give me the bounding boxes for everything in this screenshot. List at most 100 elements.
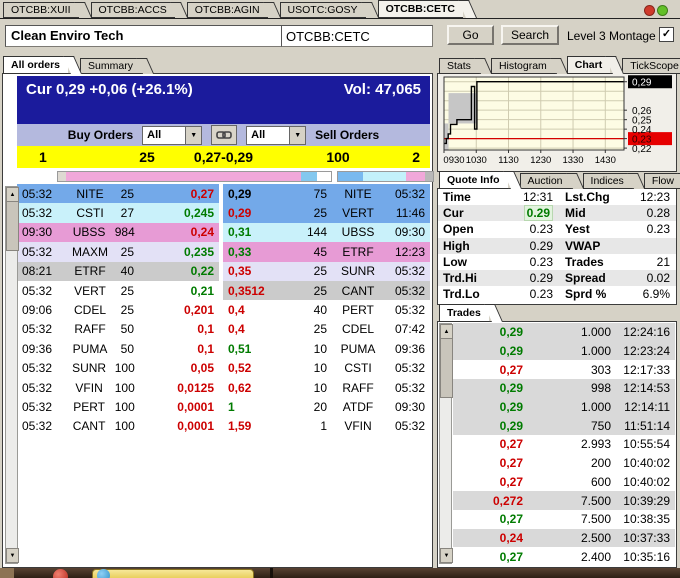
bid-price: 0,21 (190, 283, 214, 298)
montage-tabbar: All orders Summary (3, 56, 153, 74)
bid-row[interactable]: 08:21 ETRF 40 0,22 (17, 261, 219, 281)
analysis-tab-histogram[interactable]: Histogram (490, 58, 555, 74)
bid-row[interactable]: 05:32 VFIN 100 0,0125 (17, 377, 219, 398)
ask-row[interactable]: 0,3512 25 CANT 05:32 (223, 280, 430, 301)
ask-row[interactable]: 0,4 25 CDEL 07:42 (223, 319, 430, 340)
search-button[interactable]: Search (501, 25, 559, 45)
scroll-down-icon[interactable]: ▼ (6, 548, 19, 563)
trade-row: 0,27 200 10:40:02 (453, 453, 675, 473)
bid-row[interactable]: 05:32 NITE 25 0,27 (17, 184, 219, 204)
ask-size: 45 (313, 244, 327, 259)
ask-mm: SUNR (340, 264, 375, 279)
chevron-down-icon[interactable]: ▼ (185, 126, 202, 144)
scroll-up-icon[interactable]: ▲ (6, 187, 19, 202)
ask-row[interactable]: 1 20 ATDF 09:30 (223, 397, 430, 417)
level3-montage-checkbox[interactable]: ✓ (659, 27, 674, 42)
montage-tab-summary[interactable]: Summary (80, 58, 141, 74)
analysis-tab-stats[interactable]: Stats (439, 58, 479, 74)
bid-row[interactable]: 05:32 CSTI 27 0,245 (17, 203, 219, 223)
trade-row: 0,29 1.000 12:24:16 (453, 323, 675, 342)
ask-time: 07:42 (394, 322, 425, 337)
trade-time: 10:40:02 (623, 474, 670, 489)
close-window-icon[interactable] (644, 5, 655, 16)
link-filters-button[interactable] (211, 125, 238, 145)
ask-row[interactable]: 1,59 1 VFIN 05:32 (223, 416, 430, 437)
bid-row[interactable]: 09:36 PUMA 50 0,1 (17, 339, 219, 359)
quote-tab-quote-info[interactable]: Quote Info (439, 171, 508, 189)
quote-info-panel: Time 12:31 Lst.Chg 12:23 Cur 0.29 Mid 0.28 Open 0… (437, 188, 677, 305)
quote-value: 0.29 (491, 271, 553, 285)
quote-label: Trd.Lo (443, 287, 480, 302)
ask-row[interactable]: 0,29 75 NITE 05:32 (223, 184, 430, 204)
quote-value: 0.23 (491, 222, 553, 236)
quote-row: Trd.Hi 0.29 Spread 0.02 (438, 269, 676, 287)
maximize-window-icon[interactable] (657, 5, 668, 16)
svg-text:1030: 1030 (466, 155, 487, 166)
montage-tab-all-orders[interactable]: All orders (3, 56, 69, 74)
checkmark-icon: ✓ (661, 28, 672, 40)
pressure-segment (338, 172, 363, 181)
bid-table: 05:32 NITE 25 0,27 05:32 CSTI 27 0,245 09:30 UBSS… (17, 184, 219, 437)
go-button[interactable]: Go (447, 25, 494, 45)
analysis-tab-chart[interactable]: Chart (566, 56, 611, 74)
trade-size: 7.500 (580, 512, 611, 527)
buy-filter-select[interactable]: All ▼ (142, 125, 203, 145)
bid-mm: VERT (74, 283, 106, 298)
trade-row: 0,29 998 12:14:53 (453, 379, 675, 398)
scroll-thumb[interactable] (6, 201, 19, 251)
bid-row[interactable]: 05:32 RAFF 50 0,1 (17, 319, 219, 340)
symbol-tab-otcbb-cetc[interactable]: OTCBB:CETC (377, 0, 463, 18)
scroll-up-icon[interactable]: ▲ (440, 324, 453, 339)
symbol-tab-otcbb-agin[interactable]: OTCBB:AGIN (186, 2, 268, 18)
ask-row[interactable]: 0,4 40 PERT 05:32 (223, 300, 430, 320)
symbol-tab-otcbb-accs[interactable]: OTCBB:ACCS (90, 2, 175, 18)
trade-size: 200 (590, 456, 611, 471)
chevron-down-icon[interactable]: ▼ (289, 126, 306, 144)
bid-row[interactable]: 05:32 SUNR 100 0,05 (17, 358, 219, 378)
symbol-input[interactable] (281, 25, 433, 47)
ask-size: 25 (313, 322, 327, 337)
bid-time: 05:32 (22, 244, 53, 259)
bid-row[interactable]: 05:32 PERT 100 0,0001 (17, 397, 219, 417)
trades-tab-trades[interactable]: Trades (439, 304, 489, 322)
trade-price: 0,272 (492, 493, 523, 508)
trade-row: 0,29 750 11:51:14 (453, 416, 675, 436)
taskbar-window-button[interactable] (92, 569, 254, 578)
app-icon-red[interactable] (53, 569, 68, 578)
montage-scrollbar[interactable]: ▲ ▼ (5, 186, 19, 564)
ask-row[interactable]: 0,31 144 UBSS 09:30 (223, 222, 430, 243)
ask-row[interactable]: 0,52 10 CSTI 05:32 (223, 358, 430, 378)
scroll-down-icon[interactable]: ▼ (440, 548, 453, 563)
quote-tab-flow[interactable]: Flow (643, 173, 680, 189)
symbol-tab-otcbb-xuii[interactable]: OTCBB:XUII (3, 2, 79, 18)
ask-row[interactable]: 0,29 25 VERT 11:46 (223, 203, 430, 223)
quote-tab-auction[interactable]: Auction (519, 173, 571, 189)
quote-tab-indices[interactable]: Indices (582, 173, 632, 189)
symbol-tab-usotc-gosy[interactable]: USOTC:GOSY (279, 2, 366, 18)
bid-row[interactable]: 09:30 UBSS 984 0,24 (17, 222, 219, 243)
taskbar-start-area[interactable] (0, 568, 14, 578)
ask-row[interactable]: 0,51 10 PUMA 09:36 (223, 339, 430, 359)
inside-quote-row: 1 25 0,27-0,29 100 2 (17, 146, 430, 168)
bid-row[interactable]: 09:06 CDEL 25 0,201 (17, 300, 219, 320)
analysis-tab-tickscope[interactable]: TickScope (622, 58, 680, 74)
ask-price: 0,31 (228, 225, 252, 240)
bid-mm: CDEL (73, 303, 106, 318)
chart-panel: 0930 1030 1130 1230 1330 1430 0,22 0,23 0,24 0,25… (437, 73, 677, 172)
ask-row[interactable]: 0,62 10 RAFF 05:32 (223, 377, 430, 398)
scroll-thumb[interactable] (440, 338, 453, 398)
ask-row[interactable]: 0,33 45 ETRF 12:23 (223, 242, 430, 262)
bid-row[interactable]: 05:32 VERT 25 0,21 (17, 280, 219, 301)
sell-filter-select[interactable]: All ▼ (246, 125, 307, 145)
ask-row[interactable]: 0,35 25 SUNR 05:32 (223, 261, 430, 281)
ask-mm: NITE (344, 186, 372, 201)
bid-time: 09:06 (22, 303, 53, 318)
bid-row[interactable]: 05:32 MAXM 25 0,235 (17, 242, 219, 262)
trades-scrollbar[interactable]: ▲ ▼ (439, 323, 453, 564)
quote-label: High (443, 238, 470, 253)
ask-time: 05:32 (394, 419, 425, 434)
app-icon-blue[interactable] (97, 569, 110, 578)
bid-row[interactable]: 05:32 CANT 100 0,0001 (17, 416, 219, 437)
svg-text:0930: 0930 (443, 155, 464, 166)
ask-size: 20 (313, 399, 327, 414)
